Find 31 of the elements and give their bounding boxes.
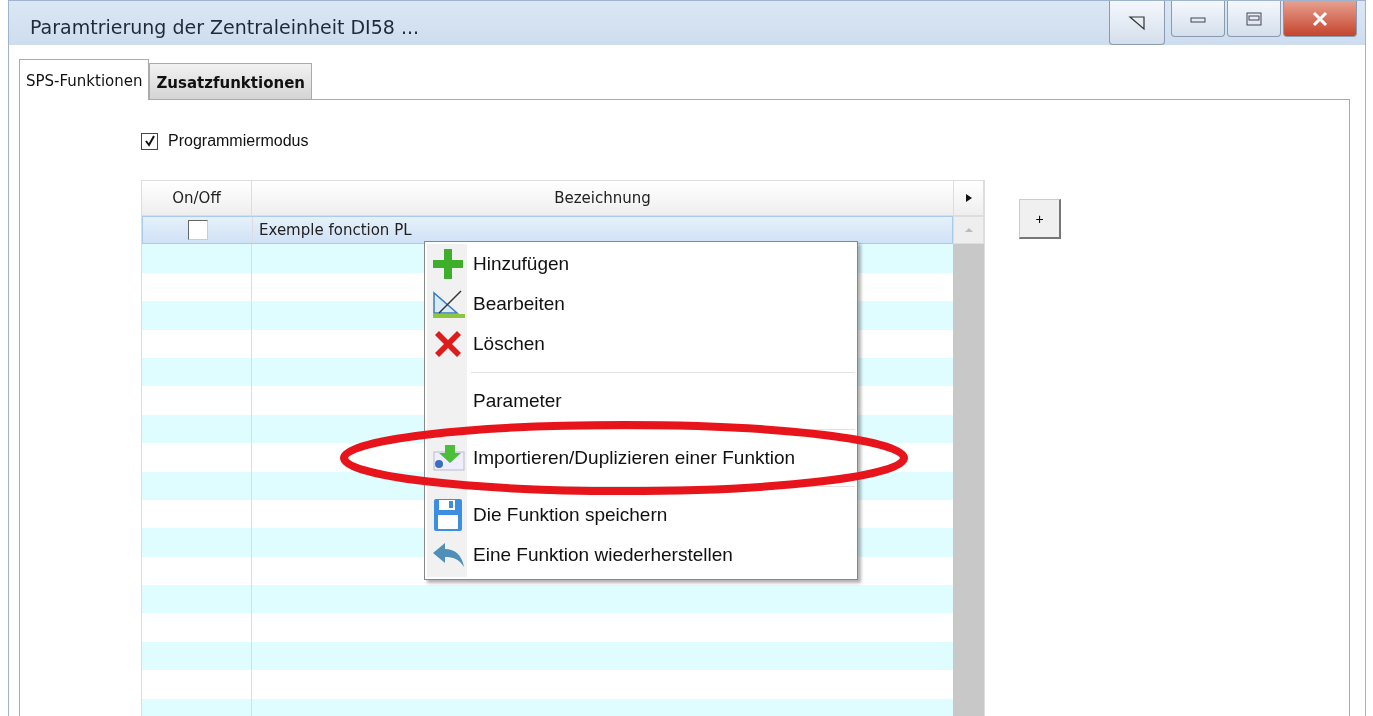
- triangle-icon: [1127, 14, 1147, 31]
- triangle-right-icon: [964, 193, 973, 203]
- undo-arrow-icon: [431, 541, 465, 569]
- checkbox[interactable]: [141, 132, 158, 150]
- menu-item[interactable]: Die Funktion speichern: [425, 495, 857, 535]
- add-button[interactable]: +: [1019, 199, 1061, 239]
- minimize-button[interactable]: [1171, 1, 1225, 37]
- plus-icon: [431, 247, 465, 281]
- menu-item[interactable]: Hinzufügen: [425, 244, 857, 284]
- menu-item[interactable]: Löschen: [425, 324, 857, 364]
- close-button[interactable]: [1283, 1, 1357, 37]
- maximize-icon: [1246, 11, 1262, 26]
- scrollbar[interactable]: [953, 216, 984, 716]
- table-row[interactable]: Exemple fonction PL: [142, 216, 953, 245]
- menu-item[interactable]: Parameter: [425, 381, 857, 421]
- set-square-icon: [431, 289, 465, 319]
- menu-item[interactable]: Eine Funktion wiederherstellen: [425, 535, 857, 575]
- table-cell: Exemple fonction PL: [259, 221, 412, 240]
- close-icon: [1312, 11, 1328, 26]
- maximize-button[interactable]: [1227, 1, 1281, 37]
- checkbox-label: Programmiermodus: [168, 132, 309, 150]
- up-arrow-icon: [963, 227, 974, 233]
- window-title: Paramtrierung der Zentraleinheit DI58 ...: [30, 16, 420, 38]
- import-icon: [431, 444, 465, 472]
- column-header[interactable]: Bezeichnung: [252, 181, 954, 215]
- column-header[interactable]: On/Off: [142, 181, 252, 215]
- tab[interactable]: Zusatzfunktionen: [149, 63, 312, 99]
- tab[interactable]: SPS-Funktionen: [19, 59, 150, 100]
- menu-item[interactable]: Bearbeiten: [425, 284, 857, 324]
- checkbox[interactable]: [187, 220, 208, 241]
- pin-button[interactable]: [1109, 1, 1165, 45]
